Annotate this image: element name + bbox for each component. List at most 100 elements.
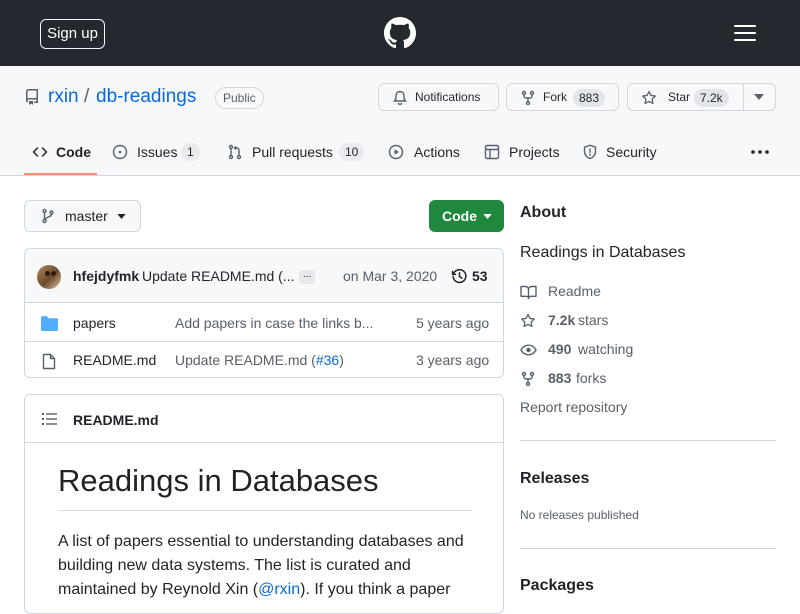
fork-button[interactable]: Fork 883 xyxy=(506,83,619,111)
file-icon xyxy=(42,353,56,370)
tab-label: Actions xyxy=(414,144,460,160)
readme-filename[interactable]: README.md xyxy=(73,412,159,428)
bell-icon xyxy=(392,90,408,106)
commit-author[interactable]: hfejdyfmk xyxy=(73,268,139,284)
readme-line: A list of papers essential to understand… xyxy=(58,533,464,550)
repo-path-separator: / xyxy=(84,86,90,107)
pull-request-link[interactable]: #36 xyxy=(316,352,339,368)
readme-title-rule xyxy=(58,510,472,511)
code-button-label: Code xyxy=(442,208,477,224)
tab-label: Projects xyxy=(509,144,560,160)
notifications-button[interactable]: Notifications xyxy=(378,83,499,111)
avatar[interactable] xyxy=(37,265,61,289)
star-button-group: Star 7.2k xyxy=(627,83,776,111)
author-mention-link[interactable]: @rxin xyxy=(258,581,300,598)
issue-icon xyxy=(112,144,128,160)
stars-link[interactable]: 7.2k stars xyxy=(520,312,720,332)
git-branch-icon xyxy=(40,208,56,224)
watching-count: 490 xyxy=(548,341,572,357)
tab-pull-requests[interactable]: Pull requests 10 xyxy=(227,138,367,166)
list-icon[interactable] xyxy=(42,413,57,425)
file-row[interactable]: papers Add papers in case the links b...… xyxy=(25,304,503,341)
star-divider xyxy=(743,84,744,110)
github-logo-icon[interactable] xyxy=(384,17,416,49)
expand-commit-button[interactable]: ... xyxy=(299,270,316,284)
commit-message-prefix: Update README.md ( xyxy=(175,352,316,368)
tab-label: Issues xyxy=(137,144,178,160)
file-commit-message[interactable]: Add papers in case the links b... xyxy=(175,315,373,331)
tab-code[interactable]: Code xyxy=(32,138,96,166)
file-name-link[interactable]: papers xyxy=(73,315,116,331)
pull-requests-count: 10 xyxy=(339,143,365,161)
star-label[interactable]: Star xyxy=(668,84,690,110)
tab-issues[interactable]: Issues 1 xyxy=(112,138,204,166)
releases-heading[interactable]: Releases xyxy=(520,470,589,488)
fork-icon xyxy=(520,90,536,106)
file-age: 3 years ago xyxy=(416,352,490,368)
tab-projects[interactable]: Projects xyxy=(484,138,564,166)
report-repository-link[interactable]: Report repository xyxy=(520,399,627,415)
star-icon[interactable] xyxy=(641,90,657,106)
repo-icon xyxy=(24,89,40,105)
notifications-label: Notifications xyxy=(415,90,481,104)
chevron-down-icon xyxy=(117,214,126,219)
tab-actions[interactable]: Actions xyxy=(388,138,468,166)
stars-label: stars xyxy=(578,312,609,328)
table-icon xyxy=(484,144,500,160)
watchers-link[interactable]: 490 watching xyxy=(520,341,720,361)
about-heading: About xyxy=(520,204,567,221)
fork-icon xyxy=(520,371,536,387)
book-icon xyxy=(520,285,537,300)
readme-line: building new data systems. The list is c… xyxy=(58,557,411,574)
readme-text: ). If you think a paper xyxy=(300,581,451,598)
readme-panel: README.md Readings in Databases A list o… xyxy=(24,394,504,614)
forks-count: 883 xyxy=(548,370,572,386)
history-icon[interactable] xyxy=(451,268,468,285)
active-tab-underline xyxy=(24,173,97,175)
sidebar-divider xyxy=(520,440,776,441)
more-tabs-kebab-icon[interactable] xyxy=(750,149,770,155)
readme-link-label: Readme xyxy=(548,283,601,299)
latest-commit-bar: hfejdyfmk Update README.md (... ... on M… xyxy=(25,249,503,303)
code-download-button[interactable]: Code xyxy=(429,200,504,232)
file-name-link[interactable]: README.md xyxy=(73,352,156,368)
play-icon xyxy=(388,144,404,160)
readme-line: maintained by Reynold Xin (@rxin). If yo… xyxy=(58,578,464,602)
readme-text: maintained by Reynold Xin ( xyxy=(58,581,259,598)
readme-header: README.md xyxy=(25,395,503,443)
hamburger-menu-icon[interactable] xyxy=(734,25,756,41)
file-age: 5 years ago xyxy=(416,315,490,331)
commit-message[interactable]: Update README.md (... xyxy=(142,268,295,284)
tab-label: Code xyxy=(56,144,91,160)
forks-label: forks xyxy=(576,370,607,386)
repo-name-link[interactable]: db-readings xyxy=(96,86,196,108)
file-browser: hfejdyfmk Update README.md (... ... on M… xyxy=(24,248,504,378)
branch-selector[interactable]: master xyxy=(24,200,141,232)
commit-message-suffix: ) xyxy=(339,352,344,368)
star-count: 7.2k xyxy=(694,89,729,107)
file-commit-message[interactable]: Update README.md (#36) xyxy=(175,352,344,368)
repo-description: Readings in Databases xyxy=(520,244,686,261)
star-icon xyxy=(520,313,536,329)
file-row[interactable]: README.md Update README.md (#36) 3 years… xyxy=(25,341,503,377)
sign-up-button[interactable]: Sign up xyxy=(40,19,105,49)
code-icon xyxy=(32,144,48,160)
readme-link[interactable]: Readme xyxy=(520,283,720,303)
fork-label: Fork xyxy=(543,90,567,104)
no-releases-text: No releases published xyxy=(520,508,639,522)
chevron-down-icon xyxy=(483,214,492,219)
fork-count: 883 xyxy=(573,89,606,107)
readme-title: Readings in Databases xyxy=(58,463,379,498)
repo-owner-link[interactable]: rxin xyxy=(48,86,79,108)
packages-heading[interactable]: Packages xyxy=(520,577,594,595)
tab-label: Pull requests xyxy=(252,144,333,160)
readme-body: A list of papers essential to understand… xyxy=(58,530,464,602)
commit-count[interactable]: 53 xyxy=(472,268,488,284)
forks-link[interactable]: 883 forks xyxy=(520,370,720,390)
chevron-down-icon[interactable] xyxy=(754,94,764,100)
tab-label: Security xyxy=(606,144,657,160)
folder-icon xyxy=(41,316,58,331)
tab-security[interactable]: Security xyxy=(582,138,664,166)
visibility-badge: Public xyxy=(215,87,264,109)
watching-label: watching xyxy=(578,341,634,357)
